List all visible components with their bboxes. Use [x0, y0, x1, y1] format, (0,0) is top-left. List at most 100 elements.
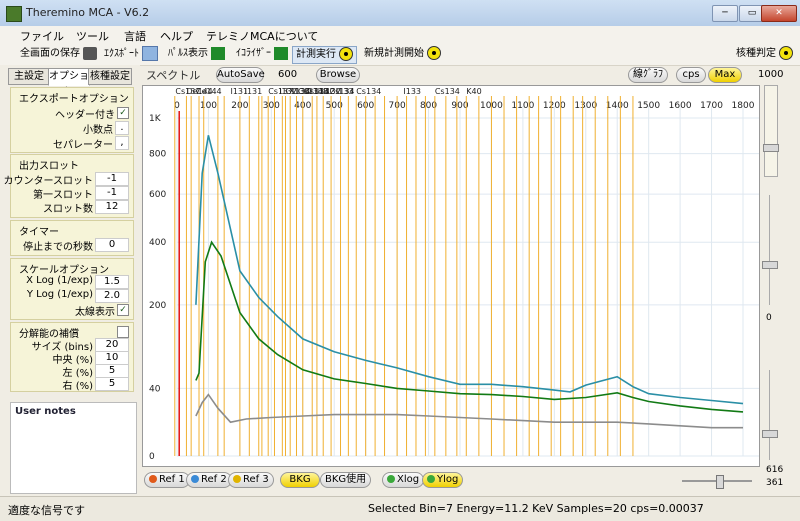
- menu-tools[interactable]: ツール: [76, 28, 109, 44]
- close-button[interactable]: ✕: [761, 5, 797, 22]
- low-slider-thumb[interactable]: [762, 430, 778, 438]
- app-icon: [6, 6, 22, 22]
- menu-help[interactable]: ヘルプ: [160, 28, 193, 44]
- bkg-use-button[interactable]: BKG使用: [320, 472, 372, 488]
- y-tick-label: 600: [149, 190, 166, 200]
- line-graph-button[interactable]: 線ｸﾞﾗﾌ: [628, 67, 668, 83]
- right-pct-field[interactable]: 5: [95, 377, 129, 391]
- max-slider-track[interactable]: [763, 85, 779, 177]
- ylog-button[interactable]: Ylog: [422, 472, 464, 488]
- size-field[interactable]: 20: [95, 338, 129, 352]
- export-button[interactable]: ｴｸｽﾎﾟｰﾄ: [104, 46, 158, 62]
- user-notes-title: User notes: [15, 406, 76, 417]
- header-checkbox[interactable]: ✓: [117, 107, 129, 119]
- separator-label: セパレーター: [53, 140, 113, 151]
- xlog-label: Xlog: [397, 474, 420, 485]
- run-button[interactable]: 計測実行: [292, 46, 357, 64]
- center-field[interactable]: 10: [95, 351, 129, 365]
- ref1-dot-icon: [149, 475, 157, 483]
- signal-status: 適度な信号です: [8, 504, 85, 517]
- ref2-button[interactable]: Ref 2: [186, 472, 232, 488]
- run-label: 計測実行: [296, 49, 336, 60]
- x-tick-label: 100: [200, 101, 217, 111]
- save-screen-button[interactable]: 全画面の保存: [20, 46, 97, 62]
- x-tick-label: 1200: [543, 101, 566, 111]
- y-tick-label: 40: [149, 384, 161, 394]
- slot-count-field[interactable]: 12: [95, 200, 129, 214]
- thick-line-checkbox[interactable]: ✓: [117, 304, 129, 316]
- first-slot-label: 第一スロット: [33, 190, 93, 201]
- isotope-label: K40: [466, 87, 481, 96]
- counter-slot-field[interactable]: -1: [95, 172, 129, 186]
- tab-nuclide-settings[interactable]: 核種設定: [88, 68, 132, 85]
- menu-language[interactable]: 言語: [124, 28, 146, 44]
- header-label: ヘッダー付き: [55, 110, 115, 121]
- x-tick-label: 1300: [574, 101, 597, 111]
- counter-slot-label: カウンタースロット: [3, 176, 94, 187]
- y-tick-label: 800: [149, 150, 166, 160]
- isotope-label: Cs134: [435, 87, 460, 96]
- series-line-1: [195, 240, 744, 413]
- y-tick-label: 1K: [149, 114, 162, 124]
- export-options-panel: エクスポートオプション ヘッダー付き ✓ 小数点. セパレーター,: [10, 87, 134, 153]
- first-slot-field[interactable]: -1: [95, 186, 129, 200]
- mid-slider-track[interactable]: [762, 195, 778, 305]
- separator-field[interactable]: ,: [115, 136, 129, 150]
- new-measure-button[interactable]: 新規計測開始: [364, 46, 441, 62]
- browse-button[interactable]: Browse: [316, 67, 360, 83]
- equalizer-button[interactable]: ｲｺﾗｲｻﾞｰ: [236, 46, 288, 62]
- menu-about[interactable]: テレミノMCAについて: [206, 28, 318, 44]
- equalizer-label: ｲｺﾗｲｻﾞｰ: [236, 48, 271, 59]
- max-button[interactable]: Max: [708, 67, 742, 83]
- save-screen-label: 全画面の保存: [20, 48, 80, 59]
- stop-seconds-field[interactable]: 0: [95, 238, 129, 252]
- zoom-slider-thumb[interactable]: [716, 475, 724, 489]
- ylog-label: Y Log (1/exp): [26, 289, 93, 300]
- tab-main-settings[interactable]: 主設定: [8, 68, 50, 85]
- timer-title: タイマー: [19, 227, 59, 238]
- toolbar: 全画面の保存 ｴｸｽﾎﾟｰﾄ ﾊﾟﾙｽ表示 ｲｺﾗｲｻﾞｰ 計測実行 新規計測開…: [0, 43, 800, 66]
- export-options-title: エクスポートオプション: [19, 94, 129, 105]
- bkg-button[interactable]: BKG: [280, 472, 320, 488]
- ref3-button[interactable]: Ref 3: [228, 472, 274, 488]
- x-tick-label: 1600: [669, 101, 692, 111]
- x-tick-label: 300: [263, 101, 280, 111]
- autosave-button[interactable]: AutoSave: [216, 67, 265, 83]
- xlog-button[interactable]: Xlog: [382, 472, 425, 488]
- tab-options[interactable]: オプション: [48, 68, 90, 97]
- menu-file[interactable]: ファイル: [20, 28, 64, 44]
- spectrum-chart[interactable]: 0 100 200 300 400 500 600 700 800 900 1000 1100 1200…: [142, 85, 760, 467]
- ylog-field[interactable]: 2.0: [95, 289, 129, 303]
- user-notes-box[interactable]: User notes: [10, 402, 137, 494]
- ylog-label: Ylog: [437, 474, 459, 485]
- zoom-slider-track[interactable]: [682, 475, 752, 489]
- x-tick-label: 1500: [637, 101, 660, 111]
- spectrum-svg[interactable]: 0 100 200 300 400 500 600 700 800 900 1000 1100 1200…: [143, 86, 759, 466]
- radiation-icon: [339, 47, 353, 61]
- cps-button[interactable]: cps: [676, 67, 706, 83]
- max-slider-thumb[interactable]: [763, 144, 779, 152]
- ref2-label: Ref 2: [201, 474, 227, 485]
- minimize-button[interactable]: ─: [712, 5, 738, 22]
- y-tick-label: 200: [149, 301, 166, 311]
- x-tick-label: 1400: [606, 101, 629, 111]
- spectrum-label: スペクトル: [146, 69, 201, 82]
- left-pct-field[interactable]: 5: [95, 364, 129, 378]
- mid-slider-thumb[interactable]: [762, 261, 778, 269]
- low-slider-track[interactable]: [762, 370, 778, 460]
- ref1-button[interactable]: Ref 1: [144, 472, 190, 488]
- selection-status: Selected Bin=7 Energy=11.2 KeV Samples=2…: [368, 502, 704, 515]
- autosave-value[interactable]: 600: [278, 69, 297, 80]
- isotope-label: I133: [403, 87, 421, 96]
- decimal-label: 小数点: [83, 125, 113, 136]
- isotope-label: Cs134: [356, 87, 381, 96]
- xlog-field[interactable]: 1.5: [95, 275, 129, 289]
- nuclide-id-button[interactable]: 核種判定: [736, 46, 793, 62]
- nuclide-id-label: 核種判定: [736, 48, 776, 59]
- decimal-field[interactable]: .: [115, 121, 129, 135]
- spectrum-toolbar: スペクトル AutoSave 600 Browse 線ｸﾞﾗﾌ cps Max …: [140, 65, 800, 85]
- resolution-panel: 分解能の補償 サイズ (bins) 20 中央 (%) 10 左 (%) 5 右 (%…: [10, 322, 134, 392]
- pulse-button[interactable]: ﾊﾟﾙｽ表示: [168, 46, 225, 62]
- xlog-dot-icon: [387, 475, 395, 483]
- resolution-checkbox[interactable]: [117, 326, 129, 338]
